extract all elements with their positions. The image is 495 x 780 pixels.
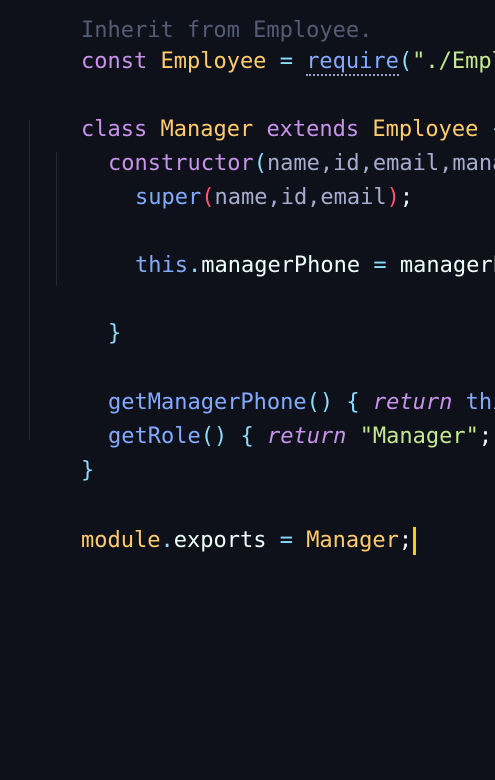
code-editor[interactable]: Inherit from Employee. const Employee = … — [0, 0, 495, 780]
operator-assign: = — [279, 528, 293, 553]
code-line-class-declaration[interactable]: class Manager extends Employee { — [28, 79, 495, 142]
text-cursor — [413, 527, 417, 555]
brace-close: } — [80, 458, 95, 483]
dot-operator: . — [160, 528, 174, 553]
semicolon: ; — [398, 528, 413, 553]
function-super: super — [134, 185, 202, 210]
code-line-super-call[interactable]: super(name,id,email); — [82, 147, 413, 210]
code-line-class-close[interactable]: } — [28, 420, 94, 483]
code-line-get-manager-phone[interactable]: getManagerPhone() { return this. — [55, 352, 495, 415]
brace-open: { — [240, 424, 254, 449]
semicolon: ; — [478, 424, 493, 449]
function-require[interactable]: require — [306, 49, 399, 76]
code-line-constructor[interactable]: constructor(name,id,email,manage — [55, 113, 495, 176]
keyword-this: this — [134, 253, 188, 278]
dot-operator: . — [187, 253, 202, 278]
identifier-manager-phone: managerPho — [399, 253, 495, 278]
brace-close: } — [107, 321, 122, 346]
operator-assign: = — [279, 49, 293, 74]
super-args: name,id,email — [214, 185, 387, 210]
string-manager: "Manager" — [359, 424, 479, 449]
operator-assign: = — [373, 253, 387, 278]
code-line-require[interactable]: const Employee = require("./Employ — [28, 11, 495, 76]
semicolon: ; — [399, 185, 414, 210]
string-module-path: "./Employ — [412, 49, 495, 74]
keyword-return: return — [266, 424, 347, 449]
code-line-constructor-close[interactable]: } — [55, 283, 121, 346]
identifier-employee: Employee — [160, 49, 267, 74]
identifier-manager: Manager — [306, 528, 399, 553]
code-line-module-exports[interactable]: module.exports = Manager; — [28, 490, 417, 555]
method-get-role: getRole — [107, 424, 201, 449]
paren-close: ) — [386, 185, 400, 210]
property-manager-phone: managerPhone — [201, 253, 361, 278]
paren-open: ( — [398, 49, 413, 74]
code-line-get-role[interactable]: getRole() { return "Manager"; } — [55, 386, 495, 449]
parens: () — [200, 424, 228, 449]
code-line-assign-phone[interactable]: this.managerPhone = managerPho — [82, 215, 495, 278]
property-exports: exports — [173, 528, 267, 553]
keyword-const: const — [80, 49, 148, 74]
paren-open: ( — [201, 185, 215, 210]
identifier-module: module — [80, 528, 161, 553]
